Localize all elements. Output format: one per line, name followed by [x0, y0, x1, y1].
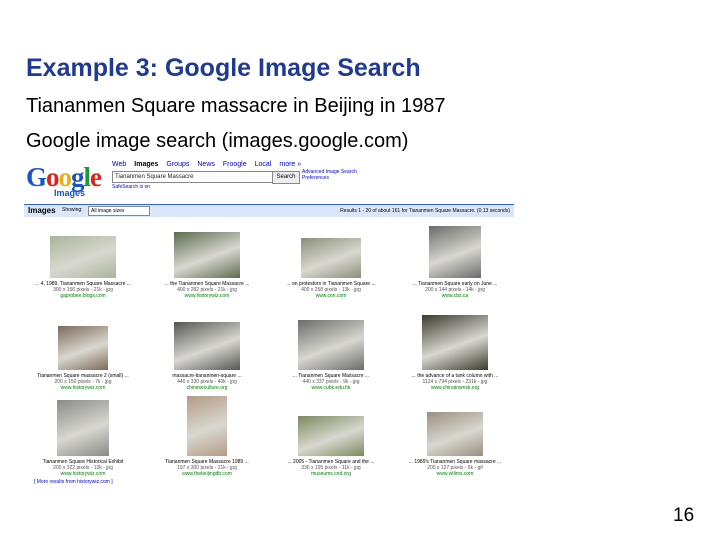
logo-subtitle: Images — [54, 188, 86, 198]
tab-web[interactable]: Web — [112, 161, 126, 168]
result-item[interactable]: ... the advance of a tank column with ..… — [396, 312, 514, 391]
safesearch-link[interactable]: SafeSearch is on — [112, 184, 150, 190]
result-domain[interactable]: www.historywiz.com — [148, 293, 266, 299]
showing-label: Showing: — [62, 207, 83, 213]
advanced-links: Advanced Image Search Preferences — [302, 169, 357, 181]
result-thumbnail[interactable] — [422, 315, 488, 370]
results-count: Results 1 - 20 of about 161 for Tiananme… — [340, 208, 510, 214]
result-thumbnail[interactable] — [58, 326, 108, 370]
result-item[interactable]: ... 2005 - Tiananmen Square and the ... 3… — [272, 398, 390, 477]
result-item[interactable]: ... the Tiananmen Square Massacre ... 400… — [148, 220, 266, 299]
result-thumbnail[interactable] — [298, 416, 364, 456]
result-thumbnail[interactable] — [50, 236, 116, 278]
results-bar: Images Showing: All image sizes Results … — [24, 204, 514, 217]
search-input[interactable]: Tiananmen Square Massacre — [112, 171, 274, 183]
tab-more[interactable]: more » — [279, 161, 301, 168]
tab-local[interactable]: Local — [255, 161, 272, 168]
page-number: 16 — [673, 505, 695, 526]
result-thumbnail[interactable] — [57, 400, 109, 456]
result-domain[interactable]: www.thebeijingdb.com — [148, 471, 266, 477]
tab-news[interactable]: News — [197, 161, 215, 168]
result-thumbnail[interactable] — [429, 226, 481, 278]
tab-froogle[interactable]: Froogle — [223, 161, 247, 168]
search-button[interactable]: Search — [272, 171, 300, 184]
google-image-search-screenshot: Google Images Web Images Groups News Fro… — [24, 158, 516, 490]
result-item[interactable]: Tiananmen Square massacre 2 (small) ... 2… — [24, 312, 142, 391]
more-results-link[interactable]: [ More results from historywiz.com ] — [34, 479, 113, 485]
result-item[interactable]: Tiananmen Square Historical Exhibit 200 x… — [24, 398, 142, 477]
result-item[interactable]: massacre-tiananmen-square ... 440 x 330 p… — [148, 312, 266, 391]
result-domain[interactable]: www.historywiz.com — [24, 471, 142, 477]
result-domain[interactable]: www.cbs.ca — [396, 293, 514, 299]
result-domain[interactable]: www.cnn.com — [272, 293, 390, 299]
result-thumbnail[interactable] — [187, 396, 227, 456]
result-domain[interactable]: museums.cnd.org — [272, 471, 390, 477]
result-thumbnail[interactable] — [298, 320, 364, 370]
result-domain[interactable]: www.chinatownsk.org — [396, 385, 514, 391]
result-thumbnail[interactable] — [174, 232, 240, 278]
tab-images[interactable]: Images — [134, 161, 158, 168]
result-item[interactable]: ... Tiananmen Square Massacre ... 440 x 3… — [272, 312, 390, 391]
result-item[interactable]: ... 1989's Tiananmen Square massacre ...… — [396, 398, 514, 477]
slide-line-1: Tiananmen Square massacre in Beijing in … — [26, 95, 446, 117]
result-domain[interactable]: gaprobee.blogs.com — [24, 293, 142, 299]
result-item[interactable]: ... Tiananmen Square early on June ... 20… — [396, 220, 514, 299]
result-domain[interactable]: chineseculture.org — [148, 385, 266, 391]
preferences-link[interactable]: Preferences — [302, 175, 357, 181]
tab-groups[interactable]: Groups — [166, 161, 189, 168]
slide-line-2: Google image search (images.google.com) — [26, 130, 409, 152]
search-tabs: Web Images Groups News Froogle Local mor… — [112, 161, 301, 168]
result-domain[interactable]: www.wtlims.com — [396, 471, 514, 477]
result-item[interactable]: Tiananmen Square Massacre 1989 ... 197 x … — [148, 396, 266, 477]
result-domain[interactable]: www.cuhk.edu.hk — [272, 385, 390, 391]
size-select[interactable]: All image sizes — [88, 206, 150, 216]
result-thumbnail[interactable] — [301, 238, 361, 278]
result-thumbnail[interactable] — [427, 412, 483, 456]
result-domain[interactable]: www.historywiz.com — [24, 385, 142, 391]
result-item[interactable]: ... on protestors in Tiananmen Square ..… — [272, 220, 390, 299]
slide-title: Example 3: Google Image Search — [26, 54, 421, 82]
result-item[interactable]: ... 4, 1989, Tiananmen Square Massacre .… — [24, 220, 142, 299]
result-thumbnail[interactable] — [174, 322, 240, 370]
results-bar-label: Images — [28, 206, 56, 215]
